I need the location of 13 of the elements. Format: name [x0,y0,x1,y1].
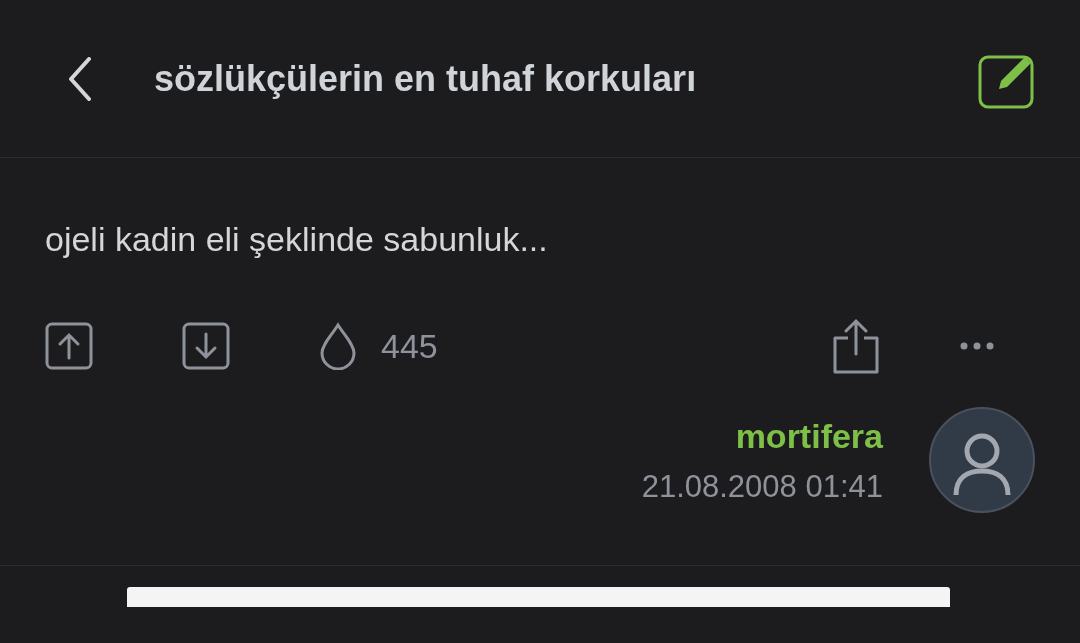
downvote-button[interactable] [182,322,230,370]
share-icon [831,318,881,374]
page-title: sözlükçülerin en tuhaf korkuları [154,56,698,101]
back-icon [67,56,93,101]
arrow-up-icon [45,322,93,370]
entry-date: 21.08.2008 01:41 [641,470,883,502]
favorite-button[interactable]: 445 [319,320,438,372]
share-button[interactable] [831,318,881,374]
drop-icon [319,322,357,370]
author-link[interactable]: mortifera [735,418,883,453]
upvote-button[interactable] [45,322,93,370]
entry-text: ojeli kadin eli şeklinde sabunluk... [45,219,549,260]
arrow-down-icon [182,322,230,370]
